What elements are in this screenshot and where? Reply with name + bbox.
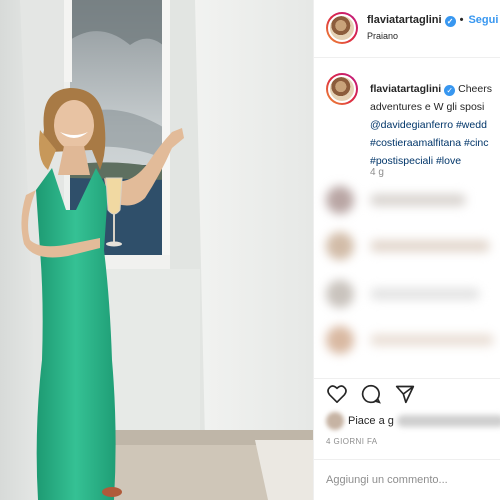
comment-item[interactable] (326, 184, 500, 216)
caption-hashtag[interactable]: #wedd (456, 119, 487, 131)
caption-line2: adventures e W gli sposi (370, 101, 485, 113)
comment-text (370, 288, 480, 300)
liker-avatar (326, 412, 344, 430)
photo-scene (0, 0, 313, 500)
heart-icon[interactable] (326, 383, 348, 405)
caption-time[interactable]: 4 g (370, 167, 384, 178)
caption-mention[interactable]: @davidegianferro (370, 119, 453, 131)
comment-input[interactable] (326, 468, 496, 492)
comment-avatar (326, 326, 354, 354)
comment-avatar (326, 186, 354, 214)
add-comment-bar (314, 459, 500, 500)
caption-hashtag[interactable]: #costieraamalfitana (370, 137, 461, 149)
comment-text (370, 240, 490, 252)
post-age[interactable]: 4 GIORNI FA (326, 437, 378, 446)
share-icon[interactable] (394, 383, 416, 405)
caption-hashtag[interactable]: #love (436, 155, 461, 167)
comment-icon[interactable] (360, 383, 382, 405)
likes-summary[interactable]: Piace a ge e (326, 412, 500, 430)
likes-name-partial: g (387, 414, 394, 427)
author-avatar[interactable] (326, 12, 358, 44)
post-sidebar: flaviatartaglini ✓ • Segui Praiano flaviata… (313, 0, 500, 500)
comment-item[interactable] (326, 278, 500, 310)
verified-badge-icon: ✓ (444, 16, 456, 27)
post-location[interactable]: Praiano (367, 31, 398, 41)
comment-text (370, 194, 466, 206)
verified-badge-icon: ✓ (444, 85, 456, 96)
comment-avatar (326, 232, 354, 260)
likes-blurred-name (396, 415, 500, 427)
post-photo[interactable] (0, 0, 313, 500)
caption-line1: Cheers (458, 83, 492, 95)
follow-button[interactable]: Segui (468, 14, 498, 26)
caption-hashtag[interactable]: #postispeciali (370, 155, 433, 167)
caption-hashtag[interactable]: #cinc (464, 137, 489, 149)
comment-avatar (326, 280, 354, 308)
caption-username[interactable]: flaviatartaglini (370, 83, 441, 95)
comment-item[interactable] (326, 230, 500, 262)
caption-avatar[interactable] (326, 73, 358, 105)
caption-text: flaviatartaglini ✓ Cheers adventures e W … (370, 80, 500, 170)
likes-prefix: Piace a (348, 414, 385, 427)
separator-dot: • (459, 14, 464, 26)
comment-item[interactable] (326, 324, 500, 356)
comment-text (370, 334, 494, 346)
author-username[interactable]: flaviatartaglini (367, 14, 442, 26)
author-line: flaviatartaglini ✓ • Segui (367, 14, 498, 27)
comment-list (314, 182, 500, 372)
post-header: flaviatartaglini ✓ • Segui Praiano (314, 0, 500, 58)
